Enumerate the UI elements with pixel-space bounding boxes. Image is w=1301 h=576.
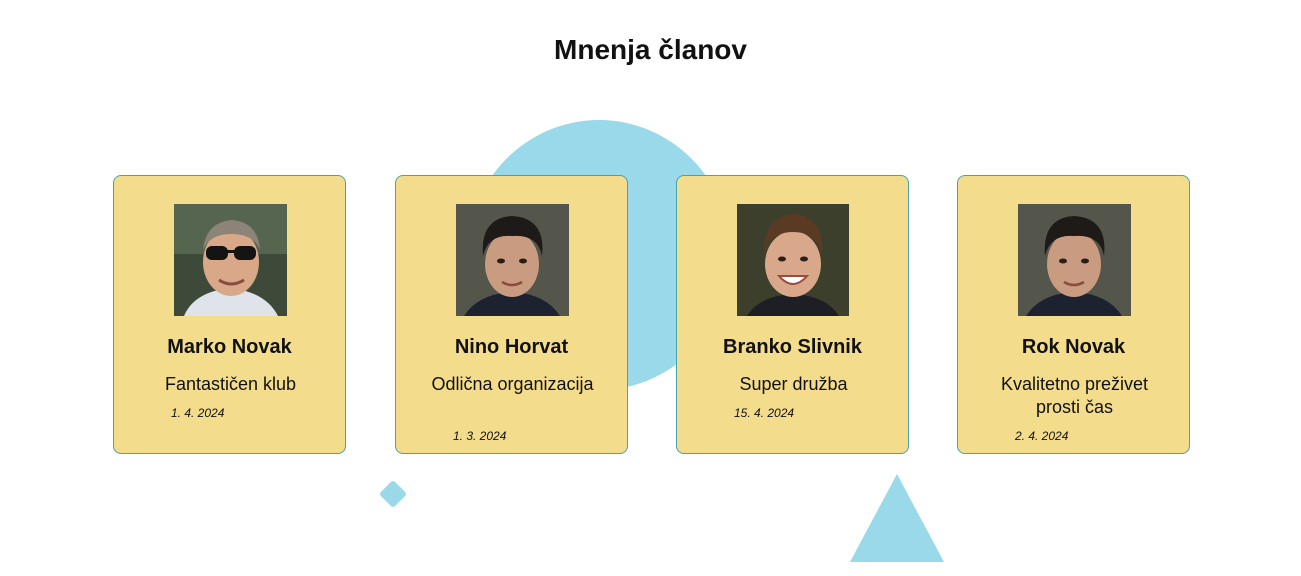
testimonial-card: Branko Slivnik Super družba 15. 4. 2024	[676, 175, 909, 454]
comment-date: 2. 4. 2024	[1015, 429, 1069, 443]
comment-date: 1. 3. 2024	[453, 429, 507, 443]
decorative-triangle	[850, 474, 944, 562]
member-name: Nino Horvat	[454, 336, 569, 358]
member-comment: Fantastičen klub	[164, 374, 297, 394]
member-name: Marko Novak	[167, 336, 292, 358]
young-man-photo	[1018, 204, 1131, 316]
comment-date: 15. 4. 2024	[734, 406, 795, 420]
young-man-photo	[456, 204, 569, 316]
member-comment: Super družba	[739, 374, 848, 394]
comment-date: 1. 4. 2024	[171, 406, 225, 420]
member-name: Rok Novak	[1021, 336, 1126, 358]
smiling-boy-photo	[737, 204, 850, 316]
man-with-sunglasses-photo	[174, 204, 287, 316]
testimonial-card: Rok Novak Kvalitetno preživet prosti čas…	[957, 175, 1190, 454]
testimonial-card: Marko Novak Fantastičen klub 1. 4. 2024	[113, 175, 346, 454]
testimonials-section: Mnenja članov Marko Novak Fantastičen kl…	[0, 0, 1301, 576]
testimonial-card: Nino Horvat Odlična organizacija 1. 3. 2…	[395, 175, 628, 454]
member-comment: Odlična organizacija	[431, 374, 594, 394]
decorative-diamond	[378, 479, 408, 509]
section-title: Mnenja članov	[554, 34, 747, 65]
member-name: Branko Slivnik	[723, 336, 862, 358]
member-comment: Kvalitetno preživet prosti čas	[1000, 374, 1149, 417]
